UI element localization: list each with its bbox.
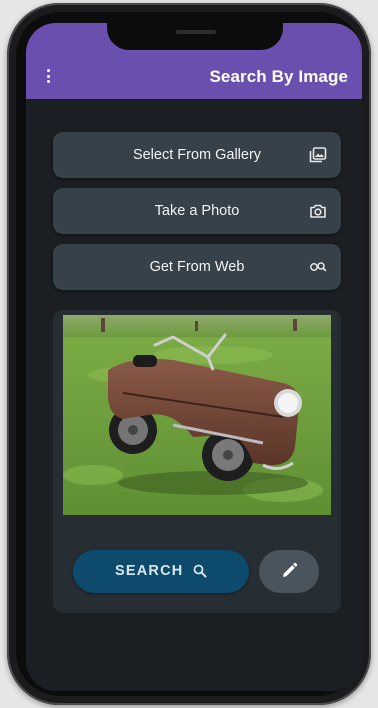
gallery-icon	[309, 147, 327, 163]
select-from-gallery-button[interactable]: Select From Gallery	[53, 132, 341, 178]
edit-icon	[283, 562, 298, 577]
take-a-photo-label: Take a Photo	[154, 203, 240, 219]
phone-notch	[107, 23, 283, 50]
search-icon	[193, 564, 207, 578]
search-button[interactable]: SEARCH	[73, 550, 249, 593]
search-label: SEARCH	[115, 563, 184, 579]
get-from-web-label: Get From Web	[149, 259, 245, 275]
web-search-icon	[310, 262, 327, 272]
select-from-gallery-label: Select From Gallery	[132, 147, 262, 163]
app-screen: Search By Image Select From Gallery Take…	[26, 23, 362, 691]
take-a-photo-button[interactable]: Take a Photo	[53, 188, 341, 234]
get-from-web-button[interactable]: Get From Web	[53, 244, 341, 290]
app-title: Search By Image	[209, 67, 348, 86]
phone-speaker	[176, 30, 216, 34]
selected-photo	[63, 315, 331, 515]
camera-icon	[310, 204, 326, 218]
more-vert-icon[interactable]	[46, 69, 50, 83]
edit-button[interactable]	[259, 550, 319, 593]
preview-card: SEARCH	[53, 310, 341, 613]
